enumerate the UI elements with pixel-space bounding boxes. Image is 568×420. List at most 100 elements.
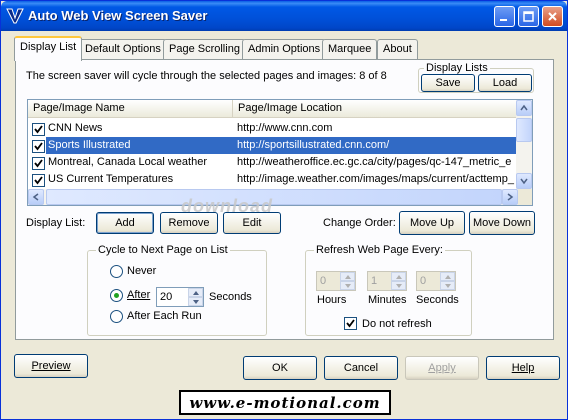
list-item[interactable]: US Current Temperatures http://image.wea… <box>28 171 518 188</box>
chevron-up-icon <box>344 274 351 279</box>
stepper-up-button[interactable] <box>340 272 355 281</box>
ok-label: OK <box>272 362 288 374</box>
item-name: Sports Illustrated <box>46 137 233 154</box>
group-title: Refresh Web Page Every: <box>314 244 445 256</box>
main-window: Auto Web View Screen Saver Display List … <box>0 0 568 420</box>
after-seconds-stepper[interactable]: 20 <box>156 287 204 307</box>
minutes-label: Minutes <box>368 294 407 306</box>
stepper-down-button[interactable] <box>440 281 455 290</box>
save-label: Save <box>435 77 461 89</box>
chevron-down-icon <box>344 283 351 288</box>
checkmark-icon <box>34 176 43 185</box>
do-not-refresh-label: Do not refresh <box>362 318 432 330</box>
chevron-down-icon <box>520 178 528 185</box>
preview-label: Preview <box>31 360 71 372</box>
item-checkbox[interactable] <box>32 140 45 153</box>
hours-label: Hours <box>317 294 347 306</box>
stepper-up-button[interactable] <box>188 288 203 297</box>
horizontal-scroll-thumb[interactable] <box>46 189 502 205</box>
chevron-up-icon <box>192 290 199 295</box>
group-title: Display Lists <box>424 62 490 74</box>
stepper-down-button[interactable] <box>340 281 355 290</box>
group-title: Cycle to Next Page on List <box>96 244 230 256</box>
ok-button[interactable]: OK <box>243 356 317 380</box>
page-list[interactable]: Page/Image Name Page/Image Location CNN … <box>27 99 533 206</box>
column-name-label: Page/Image Name <box>33 102 125 114</box>
help-button[interactable]: Help <box>486 356 560 380</box>
item-location: http://www.cnn.com <box>237 122 333 134</box>
refresh-hours-stepper[interactable]: 0 <box>316 271 356 291</box>
move-up-label: Move Up <box>409 217 455 229</box>
apply-label: Apply <box>428 362 456 374</box>
column-header-location[interactable]: Page/Image Location <box>233 100 523 118</box>
stepper-up-button[interactable] <box>391 272 406 281</box>
apply-button[interactable]: Apply <box>405 356 479 380</box>
after-radio[interactable] <box>110 289 123 302</box>
chevron-right-icon <box>507 193 514 201</box>
scroll-up-button[interactable] <box>516 100 532 116</box>
hours-value: 0 <box>320 275 327 287</box>
horizontal-scrollbar[interactable] <box>28 189 532 205</box>
item-checkbox[interactable] <box>32 174 45 187</box>
cancel-label: Cancel <box>343 362 379 374</box>
page-count: 8 of 8 <box>359 70 387 82</box>
item-name: US Current Temperatures <box>48 173 174 185</box>
do-not-refresh-checkbox[interactable] <box>344 317 357 330</box>
never-radio[interactable] <box>110 265 123 278</box>
refresh-seconds-value: 0 <box>420 275 427 287</box>
cycle-text: The screen saver will cycle through the … <box>26 70 357 82</box>
scroll-down-button[interactable] <box>516 173 532 189</box>
add-label: Add <box>115 217 135 229</box>
banner-text: www.e-motional.com <box>189 393 381 412</box>
list-header: Page/Image Name Page/Image Location <box>28 100 518 118</box>
column-header-name[interactable]: Page/Image Name <box>28 100 233 118</box>
list-item[interactable]: CNN News http://www.cnn.com <box>28 120 518 137</box>
refresh-seconds-label: Seconds <box>416 294 459 306</box>
vertical-scrollbar[interactable] <box>516 100 532 189</box>
help-label: Help <box>511 362 535 374</box>
column-location-label: Page/Image Location <box>238 102 342 114</box>
never-label: Never <box>127 265 157 277</box>
chevron-down-icon <box>192 299 199 304</box>
list-item[interactable]: Montreal, Canada Local weather http://we… <box>28 154 518 171</box>
minutes-value: 1 <box>371 275 378 287</box>
add-button[interactable]: Add <box>96 212 154 234</box>
stepper-up-button[interactable] <box>440 272 455 281</box>
save-list-button[interactable]: Save <box>421 74 475 92</box>
website-banner[interactable]: www.e-motional.com <box>179 390 391 415</box>
load-list-button[interactable]: Load <box>478 74 532 92</box>
after-label: After <box>127 289 151 301</box>
item-checkbox[interactable] <box>32 123 45 136</box>
item-name: CNN News <box>48 122 103 134</box>
display-list-label: Display List: <box>26 217 86 229</box>
move-down-label: Move Down <box>472 217 532 229</box>
list-item[interactable]: Sports Illustrated http://sportsillustra… <box>28 137 518 154</box>
refresh-minutes-stepper[interactable]: 1 <box>367 271 407 291</box>
cycle-description: The screen saver will cycle through the … <box>26 70 387 82</box>
checkmark-icon <box>34 159 43 168</box>
scroll-corner <box>518 189 532 205</box>
move-down-button[interactable]: Move Down <box>469 211 535 235</box>
edit-button[interactable]: Edit <box>223 212 281 234</box>
refresh-seconds-stepper[interactable]: 0 <box>416 271 456 291</box>
scroll-left-button[interactable] <box>28 189 44 205</box>
preview-button[interactable]: Preview <box>14 354 88 378</box>
remove-label: Remove <box>168 217 210 229</box>
vertical-scroll-thumb[interactable] <box>516 118 532 142</box>
load-label: Load <box>492 77 518 89</box>
item-location: http://sportsillustrated.cnn.com/ <box>233 137 518 154</box>
move-up-button[interactable]: Move Up <box>399 211 465 235</box>
after-each-run-label: After Each Run <box>127 310 202 322</box>
seconds-label: Seconds <box>209 291 252 303</box>
chevron-up-icon <box>520 104 528 111</box>
stepper-down-button[interactable] <box>188 297 203 306</box>
chevron-up-icon <box>444 274 451 279</box>
after-seconds-value: 20 <box>160 291 173 303</box>
item-name: Montreal, Canada Local weather <box>48 156 207 168</box>
remove-button[interactable]: Remove <box>160 212 218 234</box>
scroll-right-button[interactable] <box>502 189 518 205</box>
item-checkbox[interactable] <box>32 157 45 170</box>
stepper-down-button[interactable] <box>391 281 406 290</box>
after-each-run-radio[interactable] <box>110 310 123 323</box>
cancel-button[interactable]: Cancel <box>324 356 398 380</box>
